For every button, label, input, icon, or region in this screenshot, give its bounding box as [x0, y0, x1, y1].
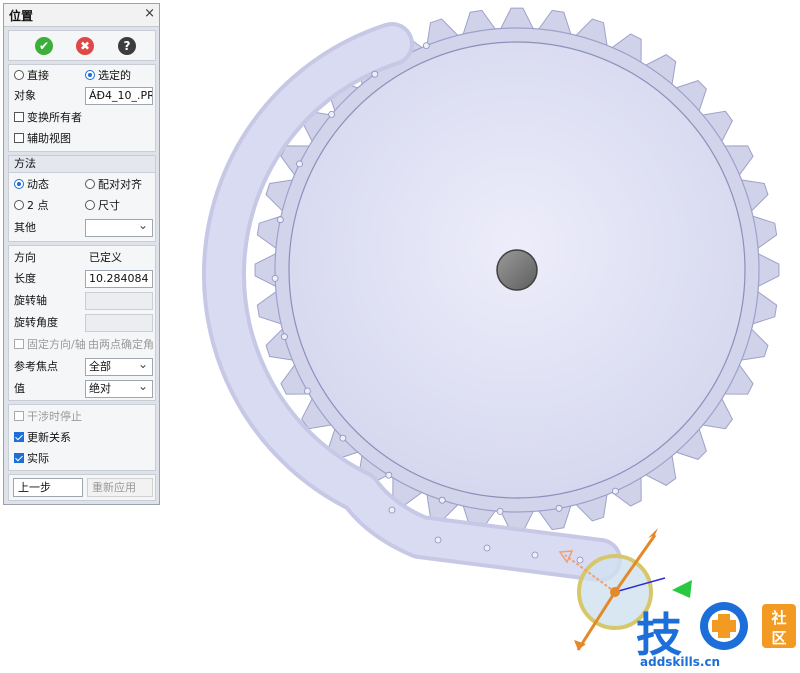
radio-size-indicator[interactable]: [85, 200, 95, 210]
radio-dynamic-indicator[interactable]: [14, 179, 24, 189]
params-group: 方向 已定义 长度 10.284084 旋转轴 旋转角度 固定方向/轴 由两点确…: [8, 245, 156, 401]
dialog-titlebar[interactable]: 位置 ×: [4, 4, 159, 27]
ref-focus-label: 参考焦点: [14, 360, 58, 373]
buttons-group: 上一步 重新应用: [8, 474, 156, 501]
fixed-dir-box[interactable]: [14, 339, 24, 349]
chain-pin: [483, 544, 491, 552]
radio-pair-align[interactable]: 配对对齐: [85, 176, 142, 194]
dialog-title: 位置: [9, 9, 34, 23]
radio-dynamic-label: 动态: [27, 178, 49, 191]
radio-pair-align-label: 配对对齐: [98, 178, 142, 191]
sprocket-hub[interactable]: [496, 249, 538, 291]
value-label: 值: [14, 382, 25, 395]
radio-direct-label: 直接: [27, 69, 49, 82]
aux-view-box[interactable]: [14, 133, 24, 143]
sprocket-tooth: [498, 7, 536, 32]
radio-selected-label: 选定的: [98, 69, 131, 82]
chain-pin: [612, 487, 619, 495]
prev-button[interactable]: 上一步: [13, 478, 83, 497]
object-group: 直接 选定的 对象 ÁÐ4_10_.PRT 变换所有者 辅助视图: [8, 64, 156, 152]
length-field[interactable]: 10.284084: [85, 270, 153, 288]
radio-pair-align-indicator[interactable]: [85, 179, 95, 189]
position-dialog[interactable]: 位置 × ✔ ✖ ? 直接 选定的 对象 ÁÐ4_10_.PRT 变换所有者 辅…: [3, 3, 160, 505]
chain-pin: [388, 506, 396, 514]
watermark-logo: 技 社 区 addskills.cn: [636, 602, 796, 669]
chain-pin: [576, 556, 584, 564]
rot-axis-field: [85, 292, 153, 310]
object-field[interactable]: ÁÐ4_10_.PRT: [85, 87, 153, 105]
fixed-dir-label: 固定方向/轴: [27, 338, 86, 351]
actual-label: 实际: [27, 452, 49, 465]
chain-pin: [434, 536, 442, 544]
update-relations-checkbox[interactable]: 更新关系: [14, 429, 71, 447]
radio-size-label: 尺寸: [98, 199, 120, 212]
radio-direct-indicator[interactable]: [14, 70, 24, 80]
radio-selected-indicator[interactable]: [85, 70, 95, 80]
method-group: 方法 动态 配对对齐 2 点 尺寸 其他: [8, 155, 156, 242]
other-label: 其他: [14, 221, 36, 234]
fixed-dir-checkbox[interactable]: 固定方向/轴: [14, 336, 86, 354]
object-label: 对象: [14, 89, 36, 102]
actual-checkbox[interactable]: 实际: [14, 450, 49, 468]
other-dropdown[interactable]: [85, 219, 153, 237]
length-label: 长度: [14, 272, 36, 285]
rot-angle-field: [85, 314, 153, 332]
watermark-char-qu: 区: [771, 629, 786, 647]
transform-all-checkbox[interactable]: 变换所有者: [14, 109, 82, 127]
radio-two-point[interactable]: 2 点: [14, 197, 49, 215]
chain-pin: [280, 333, 288, 341]
chain-pin: [303, 387, 311, 395]
chain-pin: [371, 70, 379, 78]
watermark-char-ji: 技: [636, 608, 682, 662]
chain-pin: [385, 471, 393, 479]
chain-pin: [339, 434, 347, 442]
radio-two-point-label: 2 点: [27, 199, 49, 212]
chain-pin: [531, 551, 539, 559]
value-dropdown[interactable]: 绝对: [85, 380, 153, 398]
transform-all-box[interactable]: [14, 112, 24, 122]
rot-axis-label: 旋转轴: [14, 294, 47, 307]
reapply-button[interactable]: 重新应用: [87, 478, 153, 497]
actual-box[interactable]: [14, 453, 24, 463]
options-group: 干涉时停止 更新关系 实际: [8, 404, 156, 471]
stop-interference-label: 干涉时停止: [27, 410, 82, 423]
ok-icon[interactable]: ✔: [35, 37, 53, 55]
direction-value: 已定义: [89, 251, 122, 264]
method-header: 方法: [9, 156, 155, 173]
chain-pin: [422, 42, 430, 49]
chain-pin: [555, 504, 563, 512]
chain-pin: [328, 111, 336, 118]
aux-view-checkbox[interactable]: 辅助视图: [14, 130, 71, 148]
sprocket-tooth: [254, 251, 279, 289]
ref-focus-dropdown[interactable]: 全部: [85, 358, 153, 376]
radio-direct[interactable]: 直接: [14, 67, 49, 85]
chain-pin: [438, 496, 446, 504]
close-icon[interactable]: ×: [144, 6, 155, 21]
radio-size[interactable]: 尺寸: [85, 197, 120, 215]
stop-interference-checkbox[interactable]: 干涉时停止: [14, 408, 82, 426]
aux-view-label: 辅助视图: [27, 132, 71, 145]
by-two-points-label: 由两点确定角度: [88, 338, 154, 351]
rot-angle-label: 旋转角度: [14, 316, 58, 329]
chain-pin: [271, 274, 279, 282]
cancel-icon[interactable]: ✖: [76, 37, 94, 55]
update-relations-box[interactable]: [14, 432, 24, 442]
help-icon[interactable]: ?: [118, 37, 136, 55]
transform-all-label: 变换所有者: [27, 111, 82, 124]
action-bar: ✔ ✖ ?: [8, 30, 156, 61]
stop-interference-box[interactable]: [14, 411, 24, 421]
chain-pin: [296, 160, 303, 168]
chain-pin: [496, 507, 504, 515]
radio-selected[interactable]: 选定的: [85, 67, 131, 85]
update-relations-label: 更新关系: [27, 431, 71, 444]
radio-dynamic[interactable]: 动态: [14, 176, 49, 194]
sprocket-tooth: [755, 251, 780, 289]
chain-pin: [276, 216, 284, 224]
watermark-char-she: 社: [770, 609, 786, 627]
radio-two-point-indicator[interactable]: [14, 200, 24, 210]
direction-label: 方向: [14, 251, 36, 264]
watermark-url: addskills.cn: [640, 655, 720, 669]
